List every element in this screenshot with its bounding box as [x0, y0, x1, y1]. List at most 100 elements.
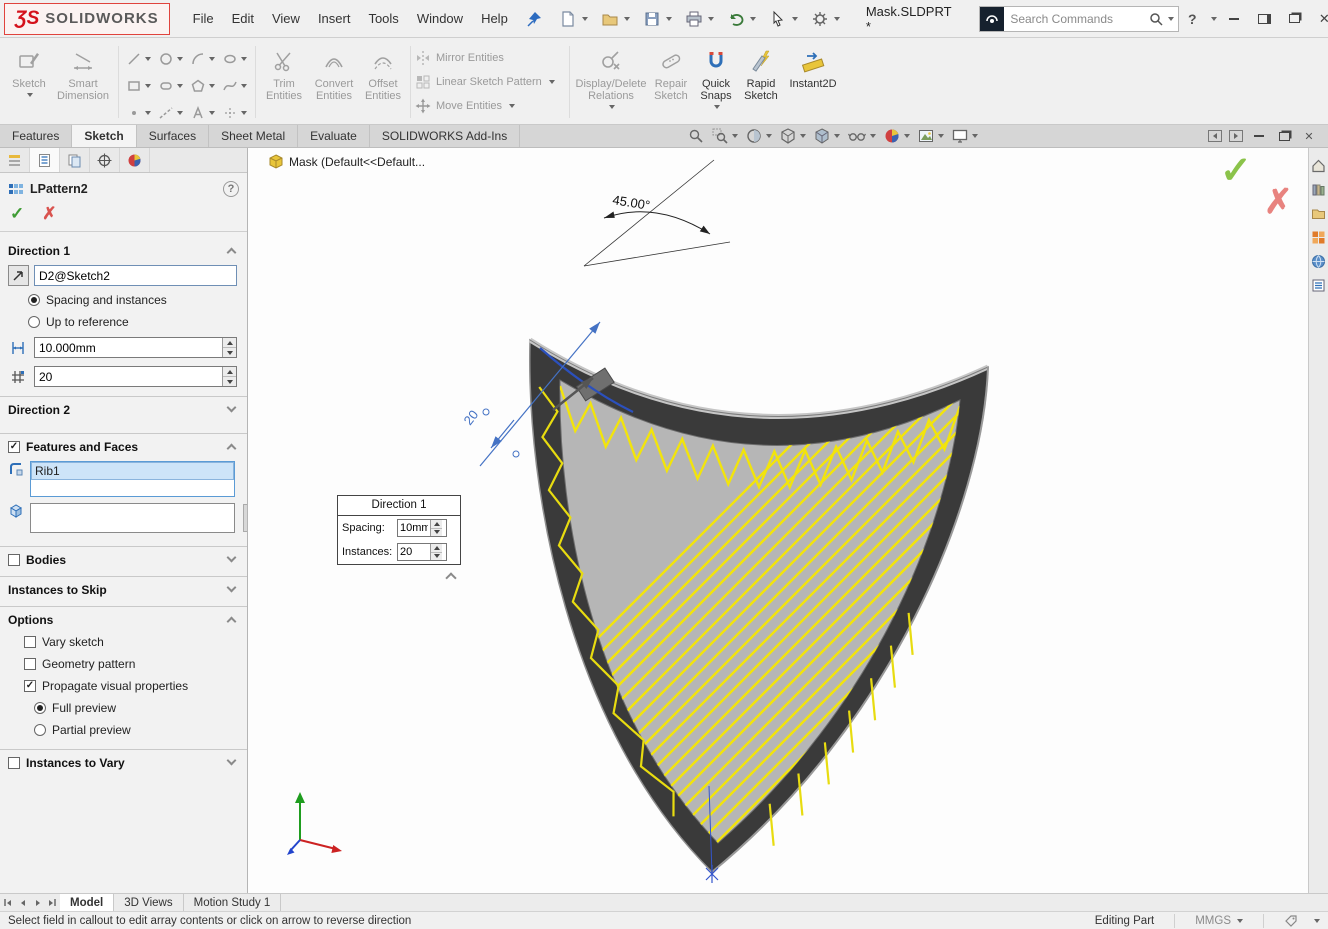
- custom-properties-icon[interactable]: [1311, 278, 1326, 293]
- dropdown-chevron-icon[interactable]: [972, 134, 978, 138]
- dropdown-chevron-icon[interactable]: [177, 111, 183, 115]
- home-icon[interactable]: [1311, 158, 1326, 173]
- dropdown-chevron-icon[interactable]: [904, 134, 910, 138]
- spacing-input[interactable]: [35, 338, 222, 357]
- tags-icon[interactable]: [1284, 914, 1298, 928]
- features-to-pattern-list[interactable]: Rib1: [30, 461, 235, 497]
- hide-show-items-button[interactable]: [848, 128, 876, 144]
- viewport-feature-tree-root[interactable]: Mask (Default<<Default...: [268, 154, 425, 170]
- search-icon[interactable]: [1148, 11, 1164, 27]
- dropdown-chevron-icon[interactable]: [209, 57, 215, 61]
- undo-button[interactable]: [725, 8, 758, 30]
- tab-addins[interactable]: SOLIDWORKS Add-Ins: [370, 125, 520, 147]
- open-document-button[interactable]: [599, 8, 632, 30]
- file-explorer-icon[interactable]: [1311, 206, 1326, 221]
- move-entities-button[interactable]: Move Entities: [415, 98, 565, 114]
- ellipse-tool-button[interactable]: [219, 45, 251, 72]
- instances-to-vary-checkbox[interactable]: [8, 757, 20, 769]
- dropdown-chevron-icon[interactable]: [714, 105, 720, 109]
- dropdown-chevron-icon[interactable]: [509, 104, 515, 108]
- dropdown-chevron-icon[interactable]: [177, 57, 183, 61]
- polygon-tool-button[interactable]: [187, 72, 219, 99]
- bodies-checkbox[interactable]: [8, 554, 20, 566]
- menu-tools[interactable]: Tools: [359, 0, 407, 37]
- pin-menu-button[interactable]: [523, 8, 545, 30]
- part-shield[interactable]: [288, 248, 1308, 893]
- faces-to-pattern-list[interactable]: [30, 503, 235, 533]
- features-faces-checkbox[interactable]: [8, 441, 20, 453]
- centerline-tool-button[interactable]: [155, 99, 187, 126]
- search-commands-input[interactable]: [1004, 12, 1148, 26]
- section-features-faces[interactable]: Features and Faces: [0, 433, 247, 458]
- callout-spacing-input[interactable]: [398, 520, 430, 536]
- dropdown-chevron-icon[interactable]: [800, 134, 806, 138]
- search-scope-chevron-icon[interactable]: [1168, 17, 1174, 21]
- dropdown-chevron-icon[interactable]: [792, 17, 798, 21]
- dropdown-chevron-icon[interactable]: [732, 134, 738, 138]
- next-tab-button[interactable]: [30, 894, 45, 911]
- tab-surfaces[interactable]: Surfaces: [137, 125, 209, 147]
- mirror-entities-button[interactable]: Mirror Entities: [415, 50, 565, 66]
- rectangle-tool-button[interactable]: [123, 72, 155, 99]
- propagate-visual-properties-checkbox-row[interactable]: Propagate visual properties: [0, 675, 247, 697]
- dropdown-chevron-icon[interactable]: [708, 17, 714, 21]
- trim-entities-button[interactable]: Trim Entities: [260, 40, 308, 124]
- last-tab-button[interactable]: [45, 894, 60, 911]
- spin-up-button[interactable]: [223, 367, 236, 377]
- cancel-button[interactable]: ✗: [42, 204, 56, 224]
- menu-file[interactable]: File: [184, 0, 223, 37]
- print-button[interactable]: [683, 8, 716, 30]
- propagate-checkbox[interactable]: [24, 680, 36, 692]
- dropdown-chevron-icon[interactable]: [209, 111, 215, 115]
- slot-tool-button[interactable]: [155, 72, 187, 99]
- dropdown-chevron-icon[interactable]: [145, 111, 151, 115]
- spin-up-button[interactable]: [431, 520, 442, 529]
- new-document-button[interactable]: [557, 8, 590, 30]
- dropdown-chevron-icon[interactable]: [938, 134, 944, 138]
- view-orientation-button[interactable]: [780, 128, 806, 144]
- smart-dimension-button[interactable]: Smart Dimension: [52, 40, 114, 124]
- graphics-viewport[interactable]: 45.00° 20: [248, 148, 1308, 893]
- menu-window[interactable]: Window: [408, 0, 472, 37]
- offset-entities-button[interactable]: Offset Entities: [360, 40, 406, 124]
- tab-display-manager[interactable]: [120, 148, 150, 172]
- menu-help[interactable]: Help: [472, 0, 517, 37]
- dropdown-chevron-icon[interactable]: [766, 134, 772, 138]
- dropdown-chevron-icon[interactable]: [750, 17, 756, 21]
- line-tool-button[interactable]: [123, 45, 155, 72]
- ok-button[interactable]: ✓: [10, 204, 24, 224]
- expand-chevron-icon[interactable]: [227, 403, 237, 413]
- vary-sketch-checkbox-row[interactable]: Vary sketch: [0, 631, 247, 653]
- display-style-button[interactable]: [814, 128, 840, 144]
- partial-preview-radio[interactable]: Partial preview: [0, 719, 247, 741]
- next-document-button[interactable]: [1229, 130, 1243, 142]
- spin-down-button[interactable]: [431, 529, 442, 537]
- dropdown-chevron-icon[interactable]: [624, 17, 630, 21]
- collapse-chevron-icon[interactable]: [227, 617, 237, 627]
- zoom-area-button[interactable]: [712, 128, 738, 144]
- angle-dimension-annotation[interactable]: 45.00°: [584, 160, 730, 266]
- select-button[interactable]: [767, 8, 800, 30]
- construction-tool-button[interactable]: [219, 99, 251, 126]
- tab-model[interactable]: Model: [60, 894, 114, 911]
- dropdown-chevron-icon[interactable]: [582, 17, 588, 21]
- view-palette-icon[interactable]: [1311, 230, 1326, 245]
- tab-features[interactable]: Features: [0, 125, 72, 147]
- instant2d-button[interactable]: Instant2D: [784, 40, 842, 124]
- callout-instances-input[interactable]: [398, 544, 430, 560]
- previous-tab-button[interactable]: [15, 894, 30, 911]
- quick-snaps-button[interactable]: Quick Snaps: [694, 40, 738, 124]
- tab-sheet-metal[interactable]: Sheet Metal: [209, 125, 298, 147]
- dropdown-chevron-icon[interactable]: [549, 80, 555, 84]
- dropdown-chevron-icon[interactable]: [834, 17, 840, 21]
- spin-down-button[interactable]: [223, 377, 236, 386]
- vary-sketch-checkbox[interactable]: [24, 636, 36, 648]
- units-selector[interactable]: MMGS: [1195, 915, 1243, 927]
- solidworks-logo[interactable]: ƷS SOLIDWORKS: [4, 3, 170, 35]
- selected-feature-item[interactable]: Rib1: [31, 462, 234, 480]
- zoom-fit-button[interactable]: [688, 128, 704, 144]
- point-tool-button[interactable]: [123, 99, 155, 126]
- options-button[interactable]: [809, 8, 842, 30]
- doc-close-button[interactable]: ✕: [1300, 128, 1318, 144]
- first-tab-button[interactable]: [0, 894, 15, 911]
